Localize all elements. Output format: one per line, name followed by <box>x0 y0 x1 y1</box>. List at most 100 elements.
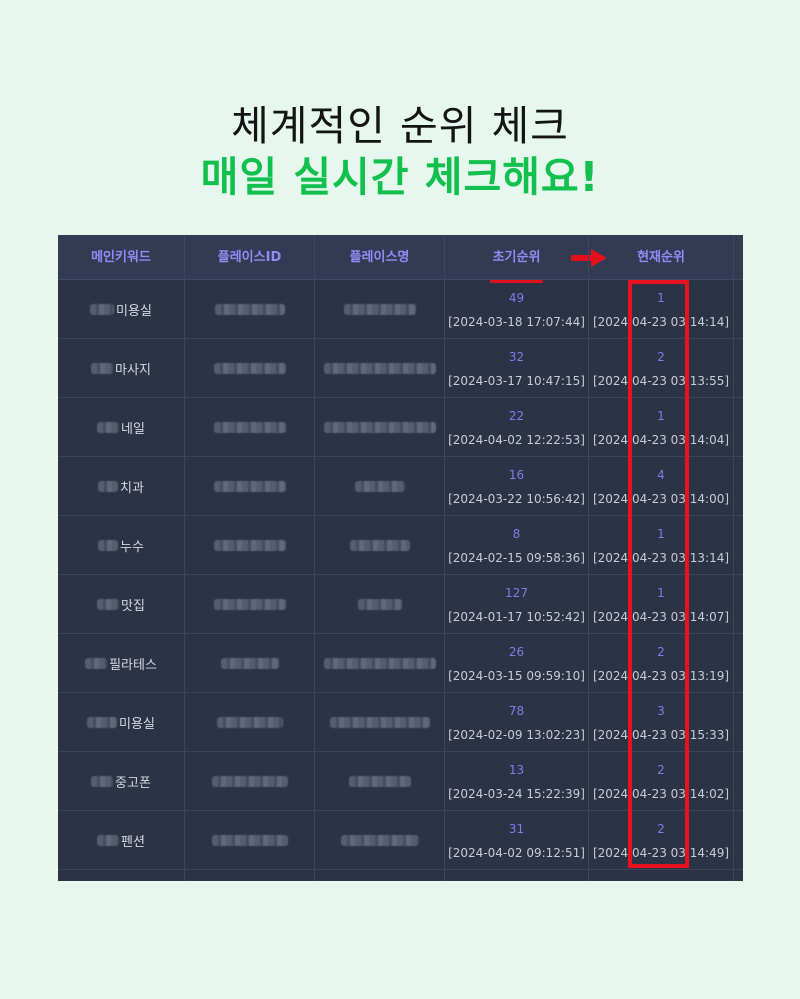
keyword-cell: 필라테스 <box>58 634 184 692</box>
initial-rank-cell: 32 [2024-03-17 10:47:15] <box>445 339 588 397</box>
place-name-cell <box>315 811 444 869</box>
place-name-cell <box>315 280 444 338</box>
initial-rank-cell: 16 [2024-03-22 10:56:42] <box>445 457 588 515</box>
keyword-cell: 누수 <box>58 516 184 574</box>
header-current-rank-label: 현재순위 <box>634 235 688 283</box>
place-id-cell <box>185 811 314 869</box>
redacted-region-prefix <box>98 539 119 551</box>
table-header: 메인키워드 플레이스ID 플레이스명 초기순위 현재순위 <box>58 235 743 283</box>
place-id-cell <box>185 398 314 456</box>
header-place-id: 플레이스ID <box>217 250 282 265</box>
redacted-place-name <box>357 598 402 610</box>
keyword-text: 미용실 <box>116 303 152 319</box>
initial-rank-cell: 22 [2024-04-02 12:22:53] <box>445 398 588 456</box>
place-id-cell <box>185 634 314 692</box>
initial-rank-cell: 78 [2024-02-09 13:02:23] <box>445 693 588 751</box>
keyword-text: 치과 <box>120 480 144 496</box>
redacted-place-name <box>354 480 405 492</box>
keyword-text: 미용실 <box>119 716 155 732</box>
place-id-cell <box>185 693 314 751</box>
initial-rank-timestamp: [2024-03-24 15:22:39] <box>448 787 585 801</box>
keyword-cell: 마사지 <box>58 339 184 397</box>
keyword-text: 필라테스 <box>109 657 157 673</box>
redacted-region-prefix <box>87 716 118 728</box>
initial-rank-value: 32 <box>508 350 525 364</box>
redacted-place-id <box>211 834 288 846</box>
redacted-place-name <box>329 716 430 728</box>
redacted-region-prefix <box>90 303 115 315</box>
place-name-cell <box>315 516 444 574</box>
redacted-region-prefix <box>91 362 114 374</box>
header-initial-rank: 초기순위 <box>445 235 588 283</box>
initial-rank-cell: 13 [2024-03-24 15:22:39] <box>445 752 588 810</box>
redacted-region-prefix <box>97 834 120 846</box>
keyword-cell: 맛집 <box>58 575 184 633</box>
place-id-cell <box>185 457 314 515</box>
redacted-place-name <box>349 539 410 551</box>
initial-rank-cell: 49 [2024-03-18 17:07:44] <box>445 280 588 338</box>
initial-rank-timestamp: [2024-04-02 12:22:53] <box>448 433 585 447</box>
initial-rank-value: 26 <box>508 645 525 659</box>
redacted-place-id <box>213 362 286 374</box>
initial-rank-value: 13 <box>508 763 525 777</box>
redacted-place-id <box>220 657 279 669</box>
redacted-place-id <box>213 480 286 492</box>
initial-rank-timestamp: [2024-03-22 10:56:42] <box>448 492 585 506</box>
redacted-region-prefix <box>85 657 108 669</box>
initial-rank-value: 16 <box>508 468 525 482</box>
place-id-cell <box>185 575 314 633</box>
redacted-place-id <box>216 716 283 728</box>
redacted-region-prefix <box>91 775 114 787</box>
redacted-place-name <box>343 303 416 315</box>
place-name-cell <box>315 752 444 810</box>
place-name-cell <box>315 634 444 692</box>
initial-rank-timestamp: [2024-02-09 13:02:23] <box>448 728 585 742</box>
headline-line-2: 매일 실시간 체크해요! <box>200 153 600 201</box>
keyword-cell: 미용실 <box>58 280 184 338</box>
initial-rank-value: 31 <box>508 822 525 836</box>
initial-rank-value: 78 <box>508 704 525 718</box>
initial-rank-timestamp: [2024-03-15 09:59:10] <box>448 669 585 683</box>
place-id-cell <box>185 516 314 574</box>
place-name-cell <box>315 398 444 456</box>
keyword-cell: 치과 <box>58 457 184 515</box>
keyword-text: 누수 <box>120 539 144 555</box>
initial-rank-timestamp: [2024-03-17 10:47:15] <box>448 374 585 388</box>
keyword-text: 맛집 <box>121 598 145 614</box>
place-name-cell <box>315 693 444 751</box>
redacted-place-id <box>211 775 288 787</box>
keyword-cell: 미용실 <box>58 693 184 751</box>
initial-rank-timestamp: [2024-01-17 10:52:42] <box>448 610 585 624</box>
header-initial-rank-label: 초기순위 <box>489 235 544 283</box>
keyword-text: 네일 <box>121 421 145 437</box>
keyword-cell: 중고폰 <box>58 752 184 810</box>
place-id-cell <box>185 752 314 810</box>
place-name-cell <box>315 575 444 633</box>
initial-rank-timestamp: [2024-04-02 09:12:51] <box>448 846 585 860</box>
header-place-name: 플레이스명 <box>349 250 410 265</box>
keyword-text: 마사지 <box>115 362 151 378</box>
redacted-place-id <box>213 421 286 433</box>
initial-rank-value: 8 <box>512 527 521 541</box>
initial-rank-cell: 26 [2024-03-15 09:59:10] <box>445 634 588 692</box>
redacted-place-id <box>214 303 285 315</box>
redacted-region-prefix <box>97 421 120 433</box>
initial-rank-value: 127 <box>505 586 528 600</box>
place-name-cell <box>315 457 444 515</box>
initial-rank-timestamp: [2024-02-15 09:58:36] <box>448 551 585 565</box>
place-name-cell <box>315 339 444 397</box>
keyword-cell: 네일 <box>58 398 184 456</box>
redacted-place-id <box>213 598 286 610</box>
redacted-place-name <box>323 362 436 374</box>
redacted-place-name <box>340 834 419 846</box>
redacted-place-id <box>213 539 286 551</box>
redacted-region-prefix <box>98 480 119 492</box>
keyword-text: 중고폰 <box>115 775 151 791</box>
initial-rank-cell: 127 [2024-01-17 10:52:42] <box>445 575 588 633</box>
initial-rank-cell: 8 [2024-02-15 09:58:36] <box>445 516 588 574</box>
initial-rank-value: 49 <box>508 291 525 305</box>
place-id-cell <box>185 339 314 397</box>
initial-rank-cell: 31 [2024-04-02 09:12:51] <box>445 811 588 869</box>
header-keyword: 메인키워드 <box>91 250 151 265</box>
redacted-place-name <box>323 421 436 433</box>
